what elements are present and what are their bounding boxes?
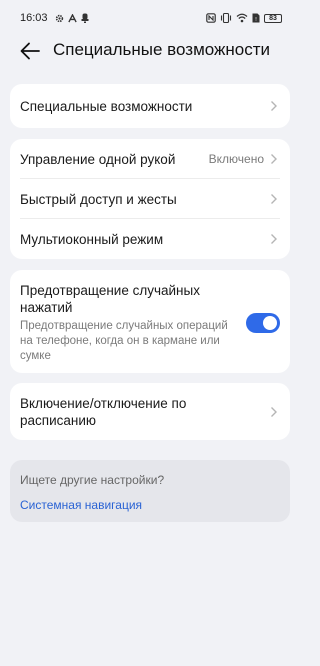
accidental-touch-switch[interactable] — [246, 313, 280, 333]
list-item-value: Включено — [208, 152, 264, 166]
switch-knob — [263, 316, 277, 330]
list-item-label: Быстрый доступ и жесты — [20, 191, 177, 207]
battery-indicator: 83 — [264, 13, 282, 23]
back-arrow-icon — [20, 42, 40, 60]
gear-icon — [55, 14, 64, 23]
list-item-label: Включение/отключение по расписанию — [20, 395, 187, 428]
chevron-right-icon — [270, 406, 278, 418]
page-title: Специальные возможности — [53, 40, 271, 59]
notification-icon — [81, 13, 89, 23]
accidental-touch-row: Предотвращение случайных нажатий Предотв… — [10, 270, 290, 373]
app-bar: Специальные возможности — [0, 36, 300, 66]
status-bar: 16:03 ! 83 — [0, 0, 300, 36]
toggle-description: Предотвращение случайных операций на тел… — [20, 320, 228, 362]
svg-text:!: ! — [255, 17, 257, 23]
status-right: ! 83 — [206, 13, 282, 23]
wifi-icon — [236, 13, 248, 23]
sim-icon: ! — [252, 13, 260, 23]
toggle-texts: Предотвращение случайных нажатий Предотв… — [20, 282, 230, 364]
suggestions-title: Ищете другие настройки? — [20, 473, 165, 487]
card-accessibility: Специальные возможности — [10, 84, 290, 128]
list-item-accessibility[interactable]: Специальные возможности — [10, 84, 290, 128]
status-time: 16:03 — [20, 12, 48, 24]
list-item-schedule-power[interactable]: Включение/отключение по расписанию — [10, 383, 290, 440]
list-item-label: Специальные возможности — [20, 98, 193, 114]
suggestion-link-system-navigation[interactable]: Системная навигация — [20, 498, 280, 512]
vibrate-icon — [220, 13, 232, 23]
list-item-one-hand-mode[interactable]: Управление одной рукой Включено — [10, 139, 290, 179]
list-item-multi-window[interactable]: Мультиоконный режим — [10, 219, 290, 259]
status-left: 16:03 — [20, 12, 89, 24]
card-schedule: Включение/отключение по расписанию — [10, 383, 290, 440]
toggle-title: Предотвращение случайных нажатий — [20, 283, 200, 315]
chevron-right-icon — [270, 153, 278, 165]
nfc-icon — [206, 13, 216, 23]
list-item-shortcuts-gestures[interactable]: Быстрый доступ и жесты — [10, 179, 290, 219]
list-item-label: Мультиоконный режим — [20, 231, 164, 247]
chevron-right-icon — [270, 100, 278, 112]
chevron-right-icon — [270, 233, 278, 245]
chevron-right-icon — [270, 193, 278, 205]
list-item-label: Управление одной рукой — [20, 151, 176, 167]
font-icon — [67, 13, 77, 23]
card-accidental-touch: Предотвращение случайных нажатий Предотв… — [10, 270, 290, 373]
card-controls: Управление одной рукой Включено Быстрый … — [10, 139, 290, 259]
suggestions-card: Ищете другие настройки? Системная навига… — [10, 460, 290, 522]
back-button[interactable] — [18, 39, 42, 63]
